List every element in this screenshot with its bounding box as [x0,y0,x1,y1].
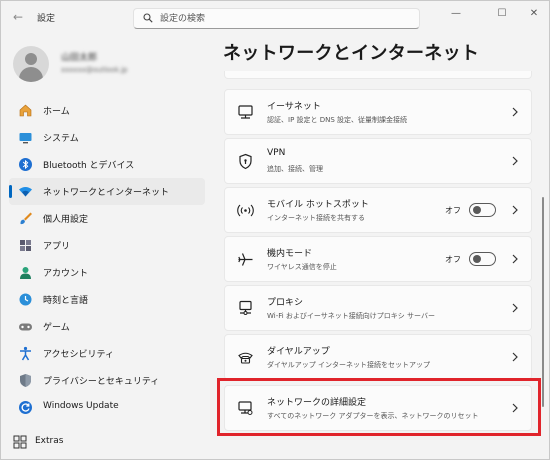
user-name: 山田太郎 [61,53,98,63]
partial-card [224,71,532,79]
chevron-right-icon [511,105,519,119]
ethernet-icon [237,104,254,121]
title-bar: ← 設定 — ☐ ✕ [1,1,549,33]
card-subtitle: 認証、IP 設定と DNS 設定、従量制課金接続 [267,116,408,124]
proxy-icon [237,300,254,317]
sidebar-item-accounts[interactable]: アカウント [9,259,205,286]
sidebar-item-label: システム [43,134,79,144]
dialup-card[interactable]: ダイヤルアップ ダイヤルアップ インターネット接続をセットアップ [224,334,532,380]
avatar-body [19,67,43,82]
ethernet-card[interactable]: イーサネット 認証、IP 設定と DNS 設定、従量制課金接続 [224,89,532,135]
chevron-right-icon [511,350,519,364]
bluetooth-icon [18,157,33,172]
sidebar-item-label: プライバシーとセキュリティ [43,377,160,387]
account-icon [18,265,33,280]
sidebar-item-network[interactable]: ネットワークとインターネット [9,178,205,205]
sidebar-item-system[interactable]: システム [9,124,205,151]
dialup-icon [237,349,254,366]
sidebar-item-apps[interactable]: アプリ [9,232,205,259]
mobile-hotspot-card[interactable]: モバイル ホットスポット インターネット接続を共有する オフ [224,187,532,233]
search-input[interactable] [160,11,410,26]
card-title: モバイル ホットスポット [267,200,369,210]
mobile-hotspot-toggle[interactable] [469,203,496,217]
sidebar-item-label: ネットワークとインターネット [43,188,170,198]
shield-icon [18,373,33,388]
sidebar-item-time-language[interactable]: 時刻と言語 [9,286,205,313]
avatar-head [25,53,37,65]
card-subtitle: Wi-Fi およびイーサネット接続向けプロキシ サーバー [267,312,435,320]
card-subtitle: ダイヤルアップ インターネット接続をセットアップ [267,361,431,369]
chevron-right-icon [511,154,519,168]
airplane-mode-toggle[interactable] [469,252,496,266]
sidebar-item-label: Extras [35,436,64,446]
sidebar-item-label: Windows Update [43,401,119,411]
vpn-shield-icon [237,153,254,170]
proxy-card[interactable]: プロキシ Wi-Fi およびイーサネット接続向けプロキシ サーバー [224,285,532,331]
card-subtitle: 追加、接続、管理 [267,165,323,173]
toggle-knob [473,255,481,263]
brush-icon [18,211,33,226]
sidebar-item-label: Bluetooth とデバイス [43,161,135,171]
back-button[interactable]: ← [9,9,27,25]
sidebar-item-label: 時刻と言語 [43,296,89,306]
chevron-right-icon [511,252,519,266]
hotspot-icon [237,202,254,219]
sidebar-item-extras[interactable]: Extras [9,432,205,452]
content-scrollbar[interactable] [542,197,544,407]
sidebar-item-windows-update[interactable]: Windows Update [9,394,205,421]
highlight-annotation [217,378,541,436]
network-icon [18,184,33,199]
update-icon [18,400,33,415]
user-email: xxxxxx@outlook.jp [61,66,128,74]
apps-icon [18,238,33,253]
airplane-icon [237,251,254,268]
toggle-state-label: オフ [445,255,461,264]
card-title: VPN [267,148,286,158]
minimize-button[interactable]: — [441,5,471,23]
system-icon [18,130,33,145]
search-icon [143,13,153,23]
globe-clock-icon [18,292,33,307]
toggle-knob [473,206,481,214]
sidebar-item-label: ホーム [43,107,70,117]
sidebar-item-label: アカウント [43,269,89,279]
sidebar-item-accessibility[interactable]: アクセシビリティ [9,340,205,367]
toggle-state-label: オフ [445,206,461,215]
extras-grid-icon [13,435,27,449]
sidebar-item-privacy[interactable]: プライバシーとセキュリティ [9,367,205,394]
accessibility-icon [18,346,33,361]
maximize-button[interactable]: ☐ [487,5,517,23]
app-title: 設定 [37,14,56,24]
close-button[interactable]: ✕ [519,5,549,23]
page-title: ネットワークとインターネット [223,43,480,64]
sidebar-item-personalization[interactable]: 個人用設定 [9,205,205,232]
avatar[interactable] [13,46,49,82]
sidebar-item-label: 個人用設定 [43,215,89,225]
card-title: プロキシ [267,298,304,308]
search-box[interactable] [133,8,420,29]
card-subtitle: インターネット接続を共有する [267,214,365,222]
settings-window: ← 設定 — ☐ ✕ 山田太郎 xxxxxx@outlook.jp ホーム [0,0,550,460]
chevron-right-icon [511,301,519,315]
card-title: 機内モード [267,249,313,259]
airplane-mode-card[interactable]: 機内モード ワイヤレス通信を停止 オフ [224,236,532,282]
sidebar-nav: ホーム システム Bluetooth とデバイス ネットワークとインターネット … [9,97,205,421]
sidebar-item-home[interactable]: ホーム [9,97,205,124]
chevron-right-icon [511,203,519,217]
home-icon [18,103,33,118]
sidebar-item-label: ゲーム [43,323,70,333]
card-title: イーサネット [267,102,321,112]
sidebar-item-bluetooth[interactable]: Bluetooth とデバイス [9,151,205,178]
card-title: ダイヤルアップ [267,347,330,357]
card-subtitle: ワイヤレス通信を停止 [267,263,337,271]
sidebar-item-gaming[interactable]: ゲーム [9,313,205,340]
vpn-card[interactable]: VPN 追加、接続、管理 [224,138,532,184]
sidebar-item-label: アプリ [43,242,71,252]
gamepad-icon [18,319,33,334]
sidebar-item-label: アクセシビリティ [43,350,115,360]
